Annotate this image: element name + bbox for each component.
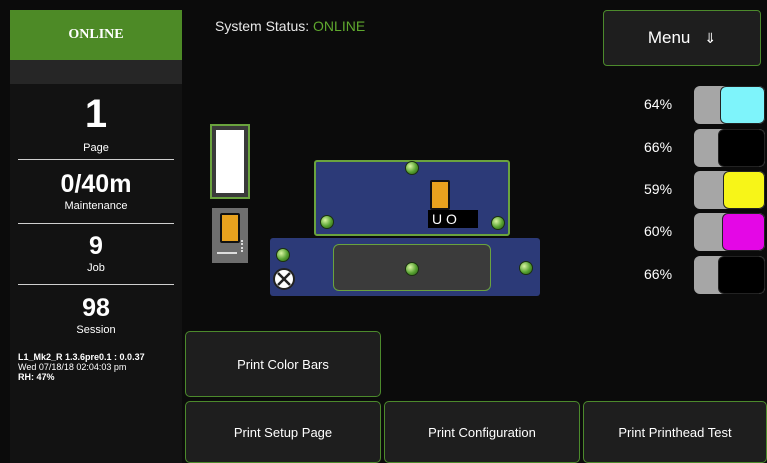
ink-level-magenta: 60%: [644, 213, 765, 251]
cartridge-line: [217, 252, 237, 254]
maintenance-stat: 0/40m Maintenance: [10, 170, 182, 213]
sensor-led-icon: [491, 216, 505, 230]
system-status-label: System Status:: [215, 18, 310, 34]
firmware-version: L1_Mk2_R 1.3.6pre0.1 : 0.0.37: [18, 352, 145, 362]
online-status-banner: ONLINE: [10, 10, 182, 60]
print-configuration-button[interactable]: Print Configuration: [384, 401, 580, 463]
divider: [18, 284, 174, 285]
paper-sheet: [216, 130, 244, 193]
job-count-value: 9: [89, 232, 103, 260]
sensor-led-icon: [405, 262, 419, 276]
menu-button[interactable]: Menu ⇓: [603, 10, 761, 66]
session-count-label: Session: [76, 324, 116, 336]
page-count-stat: 1 Page: [10, 94, 182, 154]
ink-fill-bar: [722, 213, 765, 251]
maintenance-label: Maintenance: [64, 200, 128, 212]
status-spacer: [10, 60, 182, 84]
ink-well: [694, 213, 765, 251]
stats-panel: 1 Page 0/40m Maintenance 9 Job 98 Sessio…: [10, 84, 182, 463]
printhead-base: U O: [428, 210, 478, 228]
relative-humidity: RH: 47%: [18, 372, 55, 382]
ink-fill-bar: [723, 171, 765, 209]
job-count-label: Job: [87, 262, 105, 274]
ink-percent: 66%: [644, 139, 673, 155]
print-setup-page-button[interactable]: Print Setup Page: [185, 401, 381, 463]
ink-fill-bar: [718, 256, 765, 294]
ink-well: [694, 171, 765, 209]
printhead-icon: [430, 180, 450, 210]
page-count-value: 1: [84, 92, 108, 136]
job-count-stat: 9 Job: [10, 232, 182, 275]
ink-percent: 60%: [644, 223, 673, 239]
ink-level-black-2: 66%: [644, 256, 765, 294]
cartridge-icon: [220, 213, 240, 243]
ink-percent: 64%: [644, 96, 673, 112]
maintenance-value: 0/40m: [60, 170, 132, 198]
sensor-led-icon: [405, 161, 419, 175]
ink-percent: 66%: [644, 266, 673, 282]
version-info: L1_Mk2_R 1.3.6pre0.1 : 0.0.37 Wed 07/18/…: [18, 352, 145, 382]
print-printhead-test-button[interactable]: Print Printhead Test: [583, 401, 767, 463]
arrow-down-icon: ⇓: [704, 29, 717, 46]
ink-fill-bar: [719, 86, 765, 124]
divider: [18, 223, 174, 224]
ink-level-cyan: 64%: [644, 86, 765, 124]
sensor-led-icon: [519, 261, 533, 275]
page-count-label: Page: [83, 142, 109, 154]
ink-level-black: 66%: [644, 129, 765, 167]
ink-well: [694, 86, 765, 124]
sensor-led-icon: [276, 248, 290, 262]
ink-well: [694, 256, 765, 294]
session-count-stat: 98 Session: [10, 294, 182, 337]
ink-level-yellow: 59%: [644, 171, 765, 209]
print-color-bars-button[interactable]: Print Color Bars: [185, 331, 381, 397]
session-count-value: 98: [82, 294, 110, 322]
system-status-value: ONLINE: [313, 18, 366, 34]
system-status: System Status: ONLINE: [215, 18, 365, 34]
cap-closed-icon: [273, 268, 295, 290]
current-datetime: Wed 07/18/18 02:04:03 pm: [18, 362, 127, 372]
sensor-led-icon: [320, 215, 334, 229]
ink-fill-bar: [718, 129, 765, 167]
divider: [18, 159, 174, 160]
ink-percent: 59%: [644, 181, 673, 197]
menu-label: Menu: [647, 28, 691, 47]
ink-well: [694, 129, 765, 167]
